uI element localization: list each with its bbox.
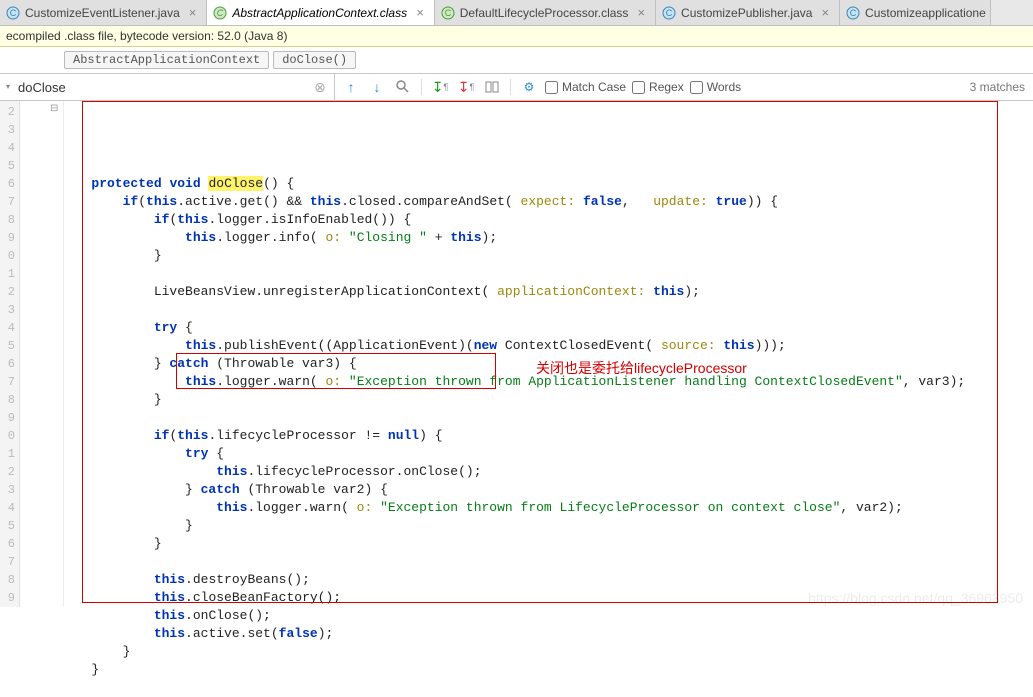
line-number: 2 (0, 463, 19, 481)
line-number: 2 (0, 283, 19, 301)
tab-label: AbstractApplicationContext.class (232, 6, 407, 20)
editor-tabs: C CustomizeEventListener.java × C Abstra… (0, 0, 1033, 26)
line-number: 1 (0, 265, 19, 283)
line-number: 8 (0, 571, 19, 589)
line-number: 7 (0, 373, 19, 391)
close-icon[interactable]: × (637, 5, 645, 20)
editor: 2345678901234567890123456789 ⊟ 关闭也是委托给li… (0, 101, 1033, 607)
svg-text:C: C (10, 8, 17, 18)
line-number: 9 (0, 229, 19, 247)
svg-text:C: C (217, 8, 224, 18)
java-class-icon: C (846, 6, 860, 20)
tab-default-lifecycle-processor[interactable]: C DefaultLifecycleProcessor.class × (435, 0, 656, 25)
breadcrumb: AbstractApplicationContext doClose() (0, 47, 1033, 73)
line-number: 4 (0, 499, 19, 517)
close-icon[interactable]: × (189, 5, 197, 20)
line-number: 8 (0, 391, 19, 409)
dropdown-icon[interactable]: ▾ (6, 83, 14, 91)
line-number: 3 (0, 121, 19, 139)
tab-customize-applicatione[interactable]: C Customizeapplicatione (840, 0, 991, 25)
line-number: 5 (0, 157, 19, 175)
java-class-icon: C (213, 6, 227, 20)
settings-icon[interactable]: ⚙ (519, 77, 539, 97)
line-number: 3 (0, 301, 19, 319)
line-number: 0 (0, 247, 19, 265)
line-number: 5 (0, 337, 19, 355)
line-number: 7 (0, 553, 19, 571)
line-gutter: 2345678901234567890123456789 (0, 101, 20, 607)
tab-label: DefaultLifecycleProcessor.class (460, 6, 629, 20)
line-number: 7 (0, 193, 19, 211)
code-area[interactable]: 关闭也是委托给lifecycleProcessor protected void… (64, 101, 1033, 607)
tab-label: CustomizePublisher.java (681, 6, 812, 20)
svg-text:C: C (444, 8, 451, 18)
svg-text:C: C (666, 8, 673, 18)
line-number: 9 (0, 589, 19, 607)
fold-gutter: ⊟ (20, 101, 64, 607)
line-number: 6 (0, 535, 19, 553)
java-class-icon: C (6, 6, 20, 20)
line-number: 9 (0, 409, 19, 427)
search-input[interactable] (18, 80, 310, 95)
annotation-text: 关闭也是委托给lifecycleProcessor (536, 359, 747, 377)
words-checkbox[interactable]: Words (690, 80, 741, 94)
clear-icon[interactable]: ⊗ (312, 79, 328, 95)
filter-remove-icon[interactable]: ↧¶ (456, 77, 476, 97)
match-case-checkbox[interactable]: Match Case (545, 80, 626, 94)
java-class-icon: C (662, 6, 676, 20)
tab-abstract-app-context[interactable]: C AbstractApplicationContext.class × (207, 0, 434, 25)
prev-match-icon[interactable]: ↑ (341, 77, 361, 97)
watermark: https://blog.csdn.net/qq_36963950 (808, 590, 1023, 606)
tab-label: CustomizeEventListener.java (25, 6, 180, 20)
close-icon[interactable]: × (821, 5, 829, 20)
line-number: 5 (0, 517, 19, 535)
search-history-icon[interactable] (393, 77, 413, 97)
line-number: 1 (0, 445, 19, 463)
line-number: 0 (0, 427, 19, 445)
line-number: 2 (0, 103, 19, 121)
line-number: 3 (0, 481, 19, 499)
regex-checkbox[interactable]: Regex (632, 80, 684, 94)
search-bar: ▾ ⊗ ↑ ↓ ↧¶ ↧¶ ⚙ Match Case Regex Words 3… (0, 73, 1033, 101)
match-count: 3 matches (970, 80, 1025, 94)
crumb-method[interactable]: doClose() (273, 51, 356, 69)
filter-add-icon[interactable]: ↧¶ (430, 77, 450, 97)
line-number: 8 (0, 211, 19, 229)
fold-icon[interactable]: ⊟ (50, 103, 58, 114)
svg-text:C: C (850, 8, 857, 18)
next-match-icon[interactable]: ↓ (367, 77, 387, 97)
line-number: 6 (0, 355, 19, 373)
filter-toggle-icon[interactable] (482, 77, 502, 97)
tab-customize-publisher[interactable]: C CustomizePublisher.java × (656, 0, 840, 25)
tab-label: Customizeapplicatione (865, 6, 986, 20)
decompiled-hint-bar: ecompiled .class file, bytecode version:… (0, 26, 1033, 47)
java-class-icon: C (441, 6, 455, 20)
line-number: 6 (0, 175, 19, 193)
line-number: 4 (0, 319, 19, 337)
line-number: 4 (0, 139, 19, 157)
tab-customize-event-listener[interactable]: C CustomizeEventListener.java × (0, 0, 207, 25)
close-icon[interactable]: × (416, 5, 424, 20)
crumb-class[interactable]: AbstractApplicationContext (64, 51, 269, 69)
